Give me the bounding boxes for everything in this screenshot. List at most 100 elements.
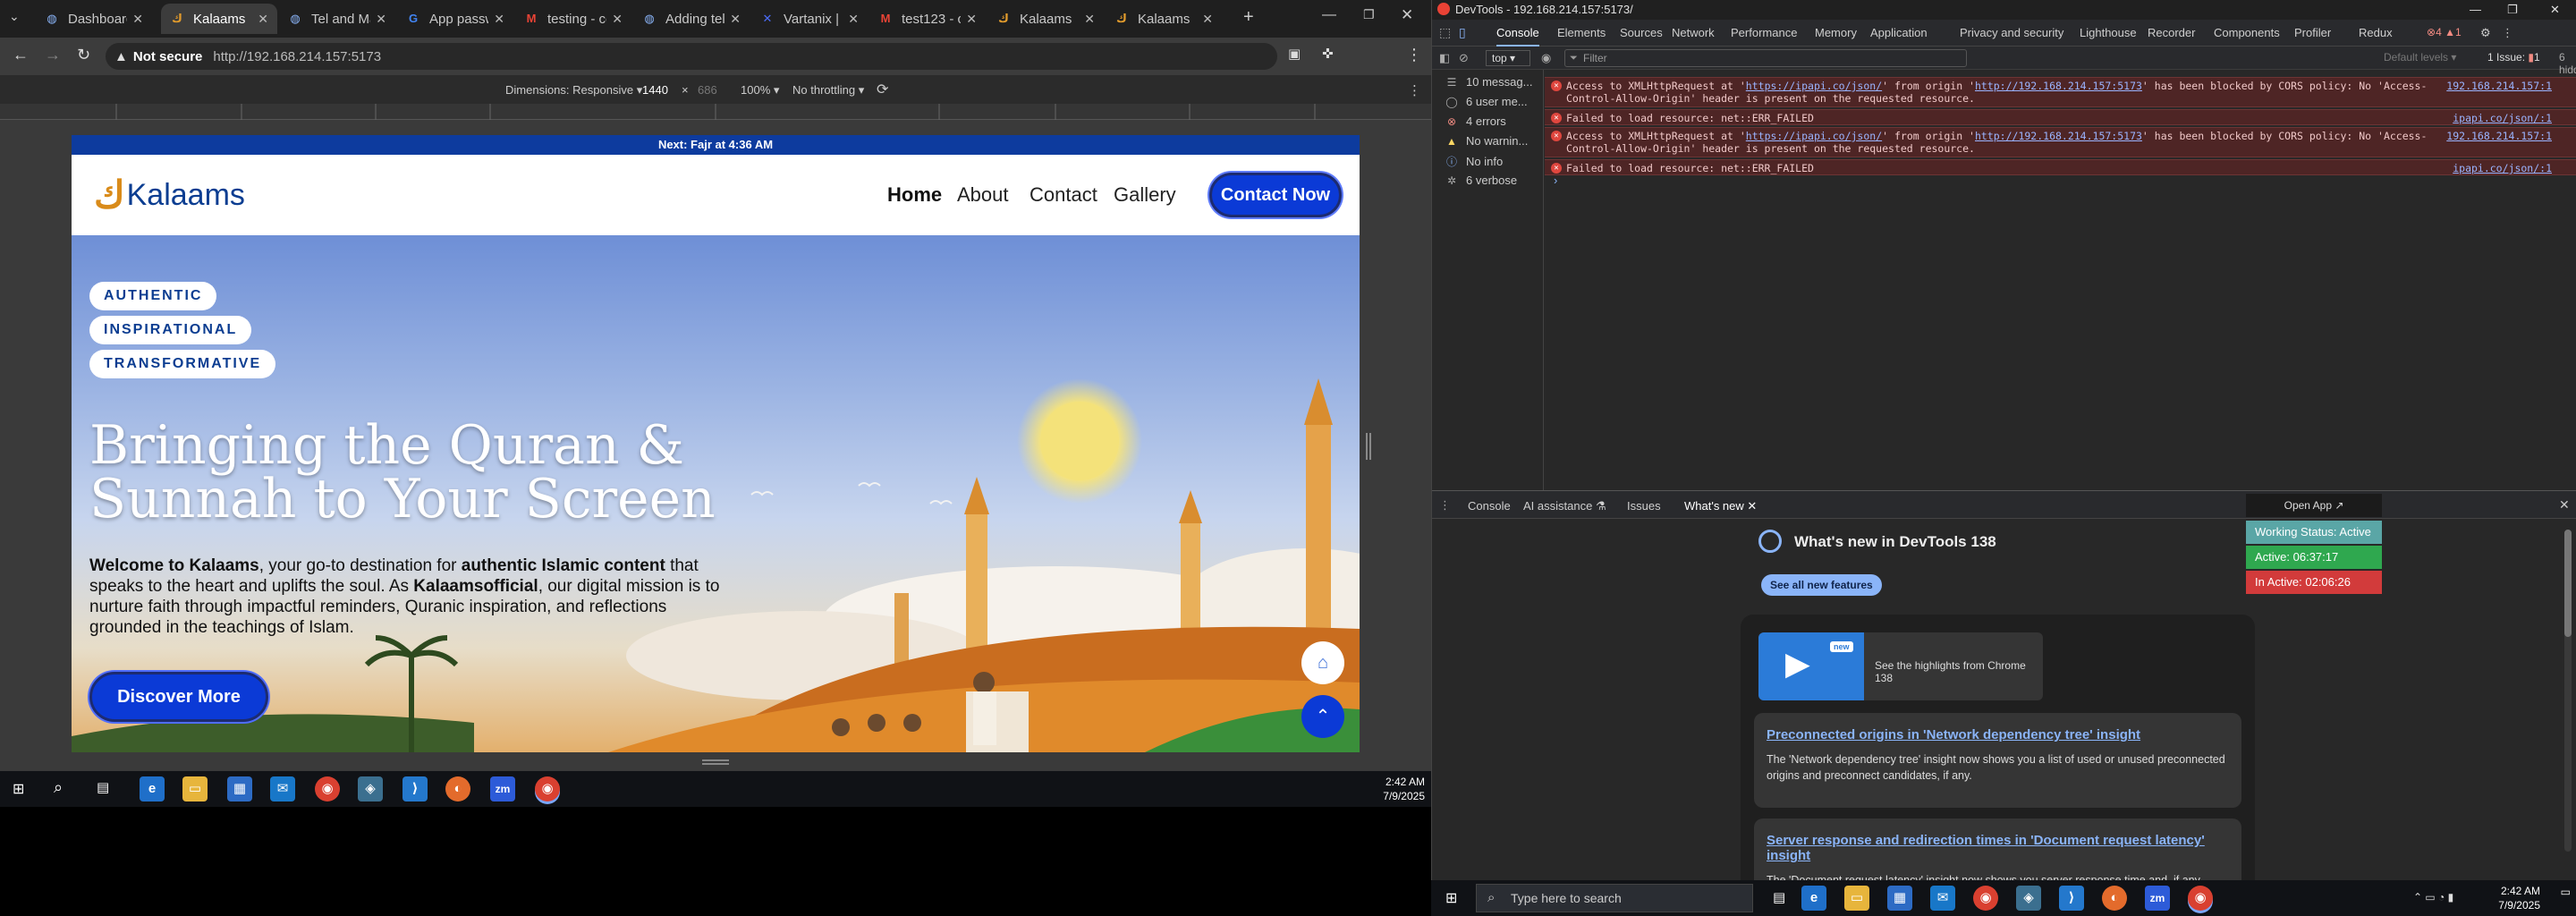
error-badge[interactable]: ⊗4 ▲1 [2427,26,2462,38]
devtools-tab-lighthouse[interactable]: Lighthouse [2080,26,2137,39]
console-error[interactable]: ✕ Failed to load resource: net::ERR_FAILE… [1545,109,2576,125]
firefox-taskbar-icon[interactable]: ◐ [2102,886,2127,911]
devtools-tab-privacy-and-security[interactable]: Privacy and security [1960,26,2063,39]
devtools-tab-redux[interactable]: Redux [2359,26,2393,39]
dimensions-select[interactable]: Dimensions: Responsive ▾ [505,83,642,98]
whats-new-item[interactable]: Preconnected origins in 'Network depende… [1754,713,2241,808]
task-view-icon[interactable]: ▤ [97,779,109,795]
chrome-taskbar-icon[interactable]: ◉ [315,776,340,802]
error-link[interactable]: https://ipapi.co/json/ [1746,130,1882,142]
browser-tab[interactable]: ﻙ Kalaams ✕ [1106,4,1222,34]
log-levels-select[interactable]: Default levels ▾ [2384,51,2456,64]
tab-close-icon[interactable]: ✕ [1202,12,1213,27]
tab-close-icon[interactable]: ✕ [376,12,386,27]
tab-close-icon[interactable]: ✕ [1084,12,1095,27]
app-taskbar-icon[interactable]: ◈ [2016,886,2041,911]
tab-close-icon[interactable]: ✕ [258,12,268,27]
tab-close-icon[interactable]: ✕ [730,12,741,27]
item-title[interactable]: Preconnected origins in 'Network depende… [1767,727,2241,742]
zoom-taskbar-icon[interactable]: zm [2145,886,2170,911]
eye-icon[interactable]: ◉ [1541,51,1551,65]
devtools-tab-components[interactable]: Components [2214,26,2280,39]
open-app-button[interactable]: Open App ↗ [2246,494,2382,517]
width-input[interactable]: 1440 [642,83,668,97]
media-query-ruler[interactable] [0,104,1431,120]
item-title[interactable]: Server response and redirection times in… [1767,833,2241,863]
console-filter-bug[interactable]: ✲ 6 verbose [1445,174,1517,187]
minimize-icon[interactable]: — [1322,7,1336,23]
zoom-select[interactable]: 100% ▾ [741,83,779,98]
tab-close-icon[interactable]: ✕ [494,12,504,27]
devtools-tab-profiler[interactable]: Profiler [2294,26,2331,39]
settings-icon[interactable]: ⚙ [2480,26,2491,40]
devtools-menu-icon[interactable]: ⋮ [2502,26,2513,40]
resize-handle-bottom[interactable] [702,759,729,765]
drawer-tab-whats-new[interactable]: What's new ✕ [1684,499,1758,521]
tab-close-icon[interactable]: ✕ [132,12,143,27]
console-filter-info[interactable]: ⓘ No info [1445,154,1503,169]
error-source-link[interactable]: ipapi.co/json/:1 [2453,162,2552,174]
console-filter-error[interactable]: ⊗ 4 errors [1445,114,1506,128]
browser-tab[interactable]: G App passw ✕ [397,4,513,34]
devtools-tab-recorder[interactable]: Recorder [2148,26,2195,39]
file-explorer-taskbar-icon[interactable]: ▭ [1844,886,1869,911]
back-icon[interactable]: ← [13,46,29,64]
tab-search-icon[interactable]: ⌄ [9,9,20,24]
search-icon[interactable]: ⌕ [54,778,63,797]
devtools-tab-performance[interactable]: Performance [1731,26,1797,39]
tray-icons[interactable]: ⌃ ▭ ◔ ▮ [2413,891,2453,903]
sidebar-toggle-icon[interactable]: ◧ [1439,51,1450,65]
vscode-taskbar-icon[interactable]: ⟩ [2059,886,2084,911]
clear-console-icon[interactable]: ⊘ [1459,51,1469,65]
scrollbar-thumb[interactable] [2564,530,2572,637]
app-taskbar-icon[interactable]: ◈ [358,776,383,802]
devtools-tab-console[interactable]: Console [1496,26,1539,47]
error-link[interactable]: http://192.168.214.157:5173 [1975,80,2142,92]
console-error[interactable]: ✕ Failed to load resource: net::ERR_FAILE… [1545,159,2576,175]
new-tab-icon[interactable]: + [1243,7,1254,28]
rotate-icon[interactable]: ⟳ [877,81,888,98]
chrome-taskbar-icon[interactable]: ◉ [1973,886,1998,911]
drawer-tab-issues[interactable]: Issues [1627,499,1661,513]
nav-home[interactable]: Home [887,183,942,207]
error-source-link[interactable]: ipapi.co/json/:1 [2453,112,2552,124]
tab-close-icon[interactable]: ✕ [966,12,977,27]
drawer-tab-console[interactable]: Console [1468,499,1511,513]
error-source-link[interactable]: 192.168.214.157:1 [2446,80,2552,92]
contact-now-button[interactable]: Contact Now [1209,173,1342,217]
chrome-active-taskbar-icon[interactable]: ◉ [2188,886,2213,911]
browser-tab[interactable]: ◍ Dashboard ✕ [36,4,152,34]
throttle-select[interactable]: No throttling ▾ [792,83,864,98]
browser-tab[interactable]: ◍ Adding tel ✕ [633,4,750,34]
task-view-icon[interactable]: ▤ [1773,889,1785,905]
not-secure-label[interactable]: Not secure [133,49,203,64]
browser-tab[interactable]: ◍ Tel and Ma ✕ [279,4,395,34]
devtools-tab-elements[interactable]: Elements [1557,26,1606,39]
nav-gallery[interactable]: Gallery [1114,183,1176,207]
devtools-tab-sources[interactable]: Sources [1620,26,1663,39]
taskbar-search-input[interactable]: ⌕ Type here to search [1476,884,1753,912]
resize-handle-right[interactable] [1366,433,1371,460]
height-input[interactable]: 686 [698,83,717,97]
error-link[interactable]: https://ipapi.co/json/ [1746,80,1882,92]
tab-close-icon[interactable]: ✕ [848,12,859,27]
windows-start-icon[interactable]: ⊞ [1445,889,1457,907]
file-explorer-taskbar-icon[interactable]: ▭ [182,776,208,802]
device-menu-icon[interactable]: ⋮ [1408,82,1421,98]
close-tab-icon[interactable]: ✕ [1747,499,1757,513]
browser-tab[interactable]: ✕ Vartanix | S ✕ [751,4,868,34]
dev-close-icon[interactable]: ✕ [2550,0,2560,20]
console-prompt[interactable]: › [1554,174,1557,187]
url-text[interactable]: http://192.168.214.157:5173 [213,49,381,64]
vscode-taskbar-icon[interactable]: ⟩ [402,776,428,802]
zoom-taskbar-icon[interactable]: zm [490,776,515,802]
console-filter-input[interactable]: ⏷ Filter [1564,49,1967,67]
browser-tab[interactable]: ﻙ Kalaams ✕ [161,4,277,34]
store-taskbar-icon[interactable]: ▦ [1887,886,1912,911]
edge-taskbar-icon[interactable]: e [1801,886,1826,911]
browser-tab[interactable]: ﻙ Kalaams ✕ [987,4,1104,34]
browser-tab[interactable]: Mtesting - co ✕ [515,4,631,34]
highlights-video[interactable]: ▶ new See the highlights from Chrome 138 [1758,632,2043,700]
console-filter-warning[interactable]: ▲ No warnin... [1445,134,1528,148]
clock-left[interactable]: 2:42 AM 7/9/2025 [1382,775,1425,803]
